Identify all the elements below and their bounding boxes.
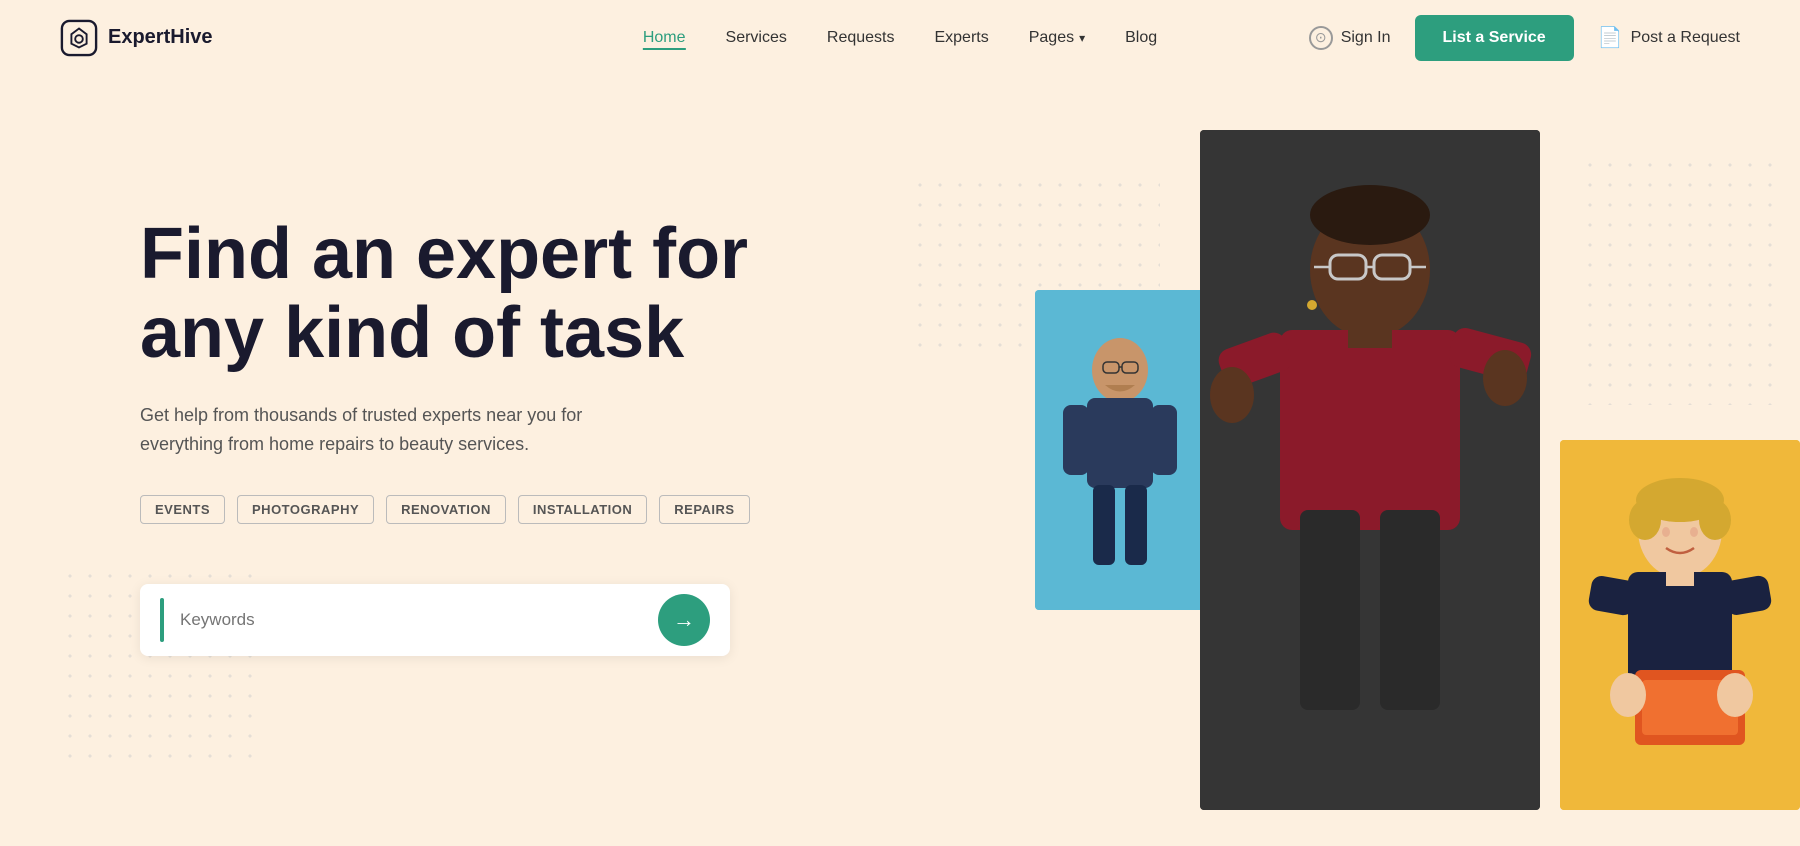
logo-text: ExpertHive: [108, 26, 213, 49]
hero-section: Find an expert for any kind of task Get …: [0, 75, 1800, 846]
nav-link-requests[interactable]: Requests: [827, 29, 895, 46]
sign-in-icon: ⊙: [1309, 26, 1333, 50]
nav-link-home[interactable]: Home: [643, 29, 686, 50]
hero-tags: EVENTS PHOTOGRAPHY RENOVATION INSTALLATI…: [140, 495, 840, 524]
search-border-accent: [160, 598, 164, 642]
pages-chevron-icon: ▾: [1079, 31, 1085, 45]
nav-links: Home Services Requests Experts Pages ▾ B…: [643, 29, 1157, 47]
hero-title: Find an expert for any kind of task: [140, 215, 840, 373]
hero-search-bar: →: [140, 584, 730, 656]
tag-renovation[interactable]: RENOVATION: [386, 495, 506, 524]
nav-link-pages[interactable]: Pages ▾: [1029, 29, 1085, 47]
navbar: ExpertHive Home Services Requests Expert…: [0, 0, 1800, 75]
post-request-icon: 📄: [1598, 25, 1623, 50]
nav-right: ⊙ Sign In List a Service 📄 Post a Reques…: [1309, 15, 1740, 61]
hero-subtitle: Get help from thousands of trusted exper…: [140, 401, 660, 459]
tag-repairs[interactable]: REPAIRS: [659, 495, 749, 524]
logo-link[interactable]: ExpertHive: [60, 19, 213, 57]
logo-icon: [60, 19, 98, 57]
search-input[interactable]: [180, 610, 658, 630]
nav-link-experts[interactable]: Experts: [934, 29, 988, 46]
hero-image-secondary-right: [1560, 440, 1800, 810]
hero-content: Find an expert for any kind of task Get …: [140, 135, 840, 656]
nav-link-blog[interactable]: Blog: [1125, 29, 1157, 46]
hero-image-secondary-left: [1035, 290, 1205, 610]
sign-in-link[interactable]: ⊙ Sign In: [1309, 26, 1391, 50]
post-request-link[interactable]: 📄 Post a Request: [1598, 25, 1740, 50]
search-button[interactable]: →: [658, 594, 710, 646]
hero-image-main: [1200, 130, 1540, 810]
hero-images: [900, 75, 1800, 846]
tag-installation[interactable]: INSTALLATION: [518, 495, 647, 524]
search-arrow-icon: →: [673, 607, 695, 633]
tag-photography[interactable]: PHOTOGRAPHY: [237, 495, 374, 524]
nav-link-services[interactable]: Services: [726, 29, 787, 46]
tag-events[interactable]: EVENTS: [140, 495, 225, 524]
list-service-button[interactable]: List a Service: [1415, 15, 1574, 61]
